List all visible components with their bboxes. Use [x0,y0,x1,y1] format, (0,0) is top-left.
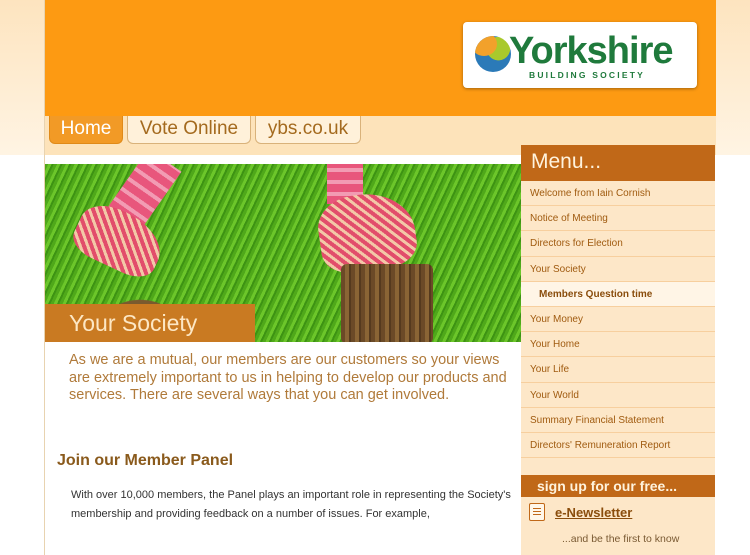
menu-title: Menu... [521,145,715,181]
right-background-band [715,0,750,155]
enewsletter-description: ...and be the first to know [562,533,680,545]
logo-wordmark: Yorkshire [509,30,673,72]
menu-item-your-world[interactable]: Your World [521,383,715,408]
menu-item-members-question-time[interactable]: Members Question time [521,281,715,307]
tab-ybs-co-uk[interactable]: ybs.co.uk [255,116,361,144]
menu-item-notice-of-meeting[interactable]: Notice of Meeting [521,206,715,232]
logo-emblem-icon [475,36,511,72]
menu-item-directors-for-election[interactable]: Directors for Election [521,231,715,257]
tab-vote-online[interactable]: Vote Online [127,116,251,144]
member-panel-heading: Join our Member Panel [57,452,234,469]
yorkshire-logo[interactable]: Yorkshire BUILDING SOCIETY [463,22,697,88]
hero-tree-stump [341,264,433,342]
menu-item-your-home[interactable]: Your Home [521,332,715,358]
enewsletter-label[interactable]: e-Newsletter [555,505,632,520]
logo-subtitle: BUILDING SOCIETY [529,70,645,80]
intro-paragraph: As we are a mutual, our members are our … [69,352,507,403]
hero-image: Your Society [45,164,521,342]
tab-home[interactable]: Home [49,116,123,144]
enewsletter-link[interactable]: e-Newsletter [529,503,632,521]
left-background-band [0,0,44,155]
page-container: Yorkshire BUILDING SOCIETY Home Vote Onl… [44,0,716,555]
menu-item-your-life[interactable]: Your Life [521,357,715,383]
hero-caption: Your Society [45,304,255,342]
site-header: Yorkshire BUILDING SOCIETY [45,0,716,116]
newsletter-icon [529,503,545,521]
menu-item-your-money[interactable]: Your Money [521,307,715,333]
menu-item-directors-remuneration-report[interactable]: Directors' Remuneration Report [521,433,715,459]
menu-item-welcome[interactable]: Welcome from Iain Cornish [521,181,715,207]
menu-item-your-society[interactable]: Your Society [521,257,715,282]
menu-item-summary-financial-statement[interactable]: Summary Financial Statement [521,408,715,433]
member-panel-text: With over 10,000 members, the Panel play… [71,489,511,520]
signup-heading: sign up for our free... [521,475,715,497]
